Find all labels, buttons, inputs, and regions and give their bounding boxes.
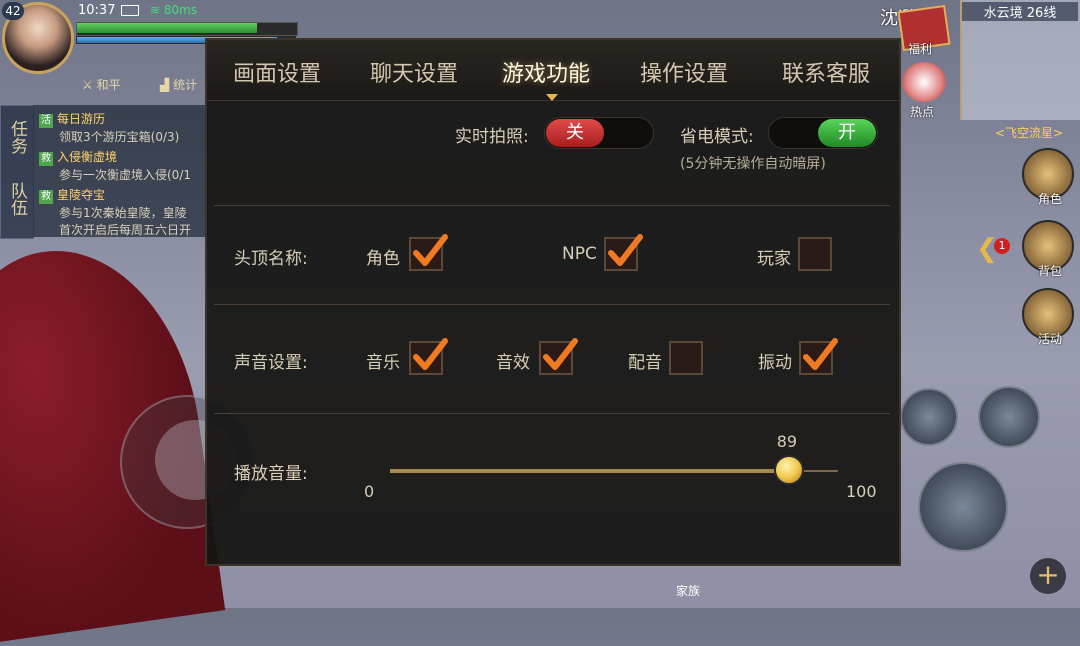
sound-settings-label: 声音设置: — [234, 353, 308, 373]
quest-title: 每日游历 — [57, 112, 106, 126]
fly-meteor-label[interactable]: <飞空流星> — [995, 124, 1063, 141]
hp-bar-fill — [77, 23, 257, 33]
head-name-player-checkbox[interactable] — [798, 237, 832, 271]
sound-voice-checkbox[interactable] — [669, 341, 703, 375]
tab-display-settings[interactable]: 画面设置 — [233, 56, 321, 88]
realtime-photo-label: 实时拍照: — [455, 127, 529, 147]
battery-icon — [121, 5, 139, 16]
welfare-label: 福利 — [908, 42, 933, 56]
quest-side-tabs: 任务 队伍 — [0, 105, 34, 239]
ping-value: 80ms — [163, 3, 198, 17]
tab-control-settings[interactable]: 操作设置 — [640, 56, 728, 88]
wifi-icon: ≋ — [150, 3, 161, 17]
tab-chat-settings[interactable]: 聊天设置 — [370, 56, 458, 88]
checkmark-icon — [413, 234, 448, 266]
player-level: 42 — [2, 2, 24, 20]
map-name: 水云境 26线 — [962, 2, 1078, 21]
head-name-option-player-label: 玩家 — [757, 249, 791, 269]
checkmark-icon — [803, 338, 838, 370]
sound-effects-label: 音效 — [496, 353, 530, 373]
skill-button-2[interactable] — [978, 386, 1040, 448]
quest-sub: 首次开启后每周五六日开 — [59, 223, 192, 237]
sound-vibrate-checkbox[interactable] — [799, 338, 838, 375]
checkmark-icon — [413, 338, 448, 370]
quest-item[interactable]: 救皇陵夺宝 参与1次秦始皇陵，皇陵 首次开启后每周五六日开 — [39, 186, 208, 237]
head-name-role-checkbox[interactable] — [409, 234, 448, 271]
toggle-off-knob: 关 — [546, 119, 604, 147]
sound-vibrate-label: 振动 — [758, 353, 792, 373]
head-name-option-npc-label: NPC — [562, 244, 597, 264]
toggle-on-knob: 开 — [818, 119, 876, 147]
clock: 10:37 — [78, 3, 116, 18]
volume-min: 0 — [364, 482, 375, 501]
quest-badge: 活 — [39, 114, 53, 128]
volume-slider-fill — [390, 469, 789, 473]
quest-title: 入侵衡虚境 — [57, 150, 118, 164]
stats-icon: ▟ — [160, 78, 170, 92]
plus-icon[interactable]: + — [1030, 558, 1066, 594]
peace-mode-button[interactable]: ⚔ 和平 — [82, 76, 121, 93]
quest-tracker: 活每日游历 领取3个游历宝箱(0/3) 救入侵衡虚境 参与一次衡虚境入侵(0/1… — [33, 105, 208, 237]
quest-sub: 参与1次秦始皇陵，皇陵 — [59, 206, 187, 220]
peace-mode-label: 和平 — [96, 78, 121, 92]
sound-music-checkbox[interactable] — [409, 338, 448, 375]
active-tab-indicator — [546, 94, 558, 101]
quest-badge: 救 — [39, 152, 53, 166]
volume-max: 100 — [846, 482, 877, 501]
notification-badge: 1 — [994, 238, 1010, 254]
power-save-hint: (5分钟无操作自动暗屏) — [680, 156, 826, 172]
power-save-toggle[interactable]: 开 — [768, 117, 878, 149]
bag-label: 背包 — [1037, 264, 1062, 278]
volume-value: 89 — [776, 432, 798, 451]
role-label: 角色 — [1037, 192, 1062, 206]
quest-item[interactable]: 活每日游历 领取3个游历宝箱(0/3) — [39, 110, 208, 145]
head-name-option-role-label: 角色 — [366, 249, 400, 269]
divider — [214, 413, 890, 414]
sound-music-label: 音乐 — [366, 353, 400, 373]
tab-task-label: 任务 — [7, 120, 27, 154]
checkmark-icon — [608, 234, 643, 266]
tab-team-label: 队伍 — [7, 182, 27, 216]
sound-voice-label: 配音 — [628, 353, 662, 373]
family-label[interactable]: 家族 — [676, 582, 700, 599]
ping-indicator: ≋ 80ms — [150, 3, 197, 17]
tab-game-functions[interactable]: 游戏功能 — [502, 56, 590, 88]
quest-sub: 参与一次衡虚境入侵(0/1 — [59, 168, 191, 182]
checkmark-icon — [543, 338, 578, 370]
sound-effects-checkbox[interactable] — [539, 338, 578, 375]
attack-button[interactable] — [918, 462, 1008, 552]
activity-label: 活动 — [1037, 332, 1062, 346]
volume-slider-handle[interactable] — [773, 455, 804, 485]
divider — [214, 304, 890, 305]
quest-item[interactable]: 救入侵衡虚境 参与一次衡虚境入侵(0/1 — [39, 148, 208, 183]
head-name-label: 头顶名称: — [234, 249, 308, 269]
tab-task[interactable]: 任务 — [1, 120, 33, 160]
volume-label: 播放音量: — [234, 464, 308, 484]
skill-button-1[interactable] — [900, 388, 958, 446]
peace-icon: ⚔ — [82, 78, 93, 92]
quest-title: 皇陵夺宝 — [57, 188, 106, 202]
hot-label: 热点 — [910, 105, 935, 119]
quest-sub: 领取3个游历宝箱(0/3) — [59, 130, 180, 144]
tab-team[interactable]: 队伍 — [1, 182, 33, 222]
divider — [214, 205, 890, 206]
realtime-photo-toggle[interactable]: 关 — [544, 117, 654, 149]
power-save-label: 省电模式: — [680, 127, 754, 147]
quest-badge: 救 — [39, 190, 53, 204]
stats-button[interactable]: ▟ 统计 — [160, 76, 197, 93]
tab-customer-service[interactable]: 联系客服 — [782, 56, 870, 88]
stats-label: 统计 — [173, 78, 198, 92]
head-name-npc-checkbox[interactable] — [604, 234, 643, 271]
lion-dance-icon[interactable] — [902, 62, 946, 102]
